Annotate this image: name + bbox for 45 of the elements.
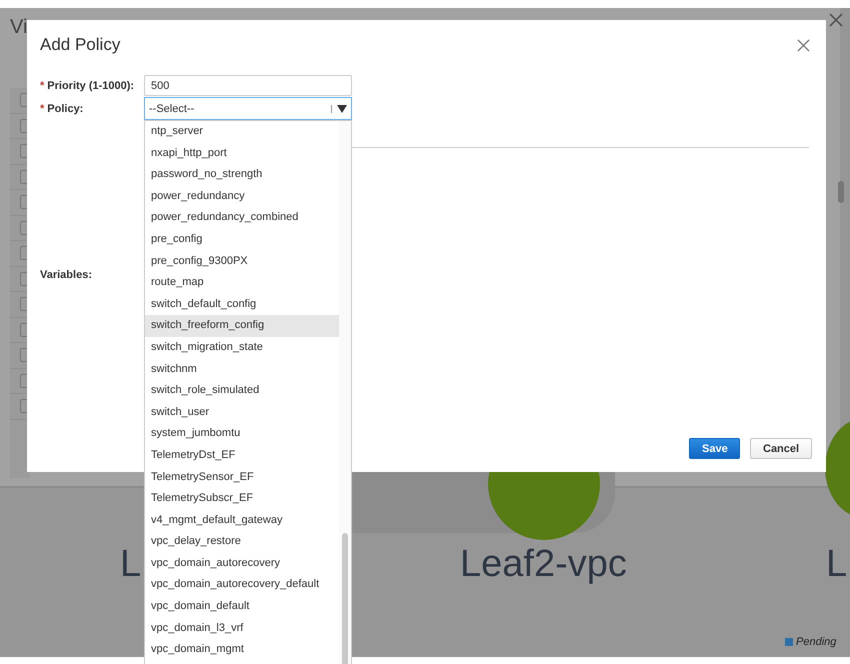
- node-label: L: [826, 543, 848, 586]
- field-label: Priority (1-1000):: [47, 80, 134, 92]
- dropdown-option[interactable]: switch_migration_state: [145, 336, 339, 359]
- node-label: Leaf2-vpc: [460, 543, 627, 586]
- legend-label: Pending: [796, 636, 836, 648]
- priority-field[interactable]: 500: [144, 75, 352, 96]
- dropdown-option[interactable]: switchnm: [145, 358, 339, 380]
- dropdown-option[interactable]: switch_role_simulated: [145, 380, 339, 402]
- dropdown-option[interactable]: pre_config_9300PX: [145, 250, 339, 272]
- required-marker: *: [40, 80, 44, 92]
- background-title: Vi: [10, 16, 28, 39]
- dropdown-option[interactable]: vpc_domain_autorecovery: [145, 552, 339, 574]
- dropdown-option[interactable]: TelemetrySensor_EF: [145, 466, 339, 488]
- close-icon[interactable]: [829, 13, 843, 27]
- dropdown-option[interactable]: power_redundancy: [145, 186, 339, 208]
- field-label: Variables:: [40, 269, 92, 281]
- save-button[interactable]: Save: [689, 438, 740, 459]
- close-icon[interactable]: [797, 38, 810, 52]
- dropdown-option[interactable]: power_redundancy_combined: [145, 207, 339, 229]
- dropdown-option[interactable]: switch_user: [145, 402, 339, 424]
- dropdown-option[interactable]: nxapi_http_port: [145, 142, 339, 164]
- dropdown-option[interactable]: v4_mgmt_default_gateway: [145, 510, 339, 532]
- dropdown-option[interactable]: vpc_delay_restore: [145, 531, 339, 553]
- dropdown-option[interactable]: ntp_server: [145, 121, 339, 143]
- dropdown-option[interactable]: system_jumbomtu: [145, 423, 339, 445]
- node-label: L: [120, 543, 142, 586]
- dropdown-option[interactable]: switch_freeform_config: [145, 315, 339, 337]
- dialog-title: Add Policy: [40, 35, 120, 55]
- field-label: Policy:: [47, 102, 84, 114]
- dropdown-option[interactable]: vpc_domain_autorecovery_default: [145, 574, 339, 596]
- dropdown-option[interactable]: vpc_domain_mgmt: [145, 639, 339, 661]
- dropdown-option[interactable]: vpc_domain_l3_vrf: [145, 618, 339, 640]
- dropdown-option[interactable]: switch_default_config: [145, 294, 339, 316]
- dropdown-option[interactable]: password_no_strength: [145, 164, 339, 186]
- dropdown-option[interactable]: route_map: [145, 272, 339, 294]
- scrollbar-thumb[interactable]: [342, 533, 348, 664]
- dropdown-option[interactable]: vpc_domain_default: [145, 596, 339, 618]
- dropdown-option[interactable]: TelemetrySubscr_EF: [145, 488, 339, 510]
- policy-dropdown[interactable]: --Select--: [144, 97, 352, 120]
- caret-icon: [331, 104, 347, 112]
- scrollbar[interactable]: [838, 181, 844, 203]
- dropdown-option[interactable]: pre_config: [145, 228, 339, 251]
- dropdown-option[interactable]: TelemetryDst_EF: [145, 444, 339, 466]
- cancel-button[interactable]: Cancel: [750, 438, 812, 459]
- required-marker: *: [40, 102, 44, 114]
